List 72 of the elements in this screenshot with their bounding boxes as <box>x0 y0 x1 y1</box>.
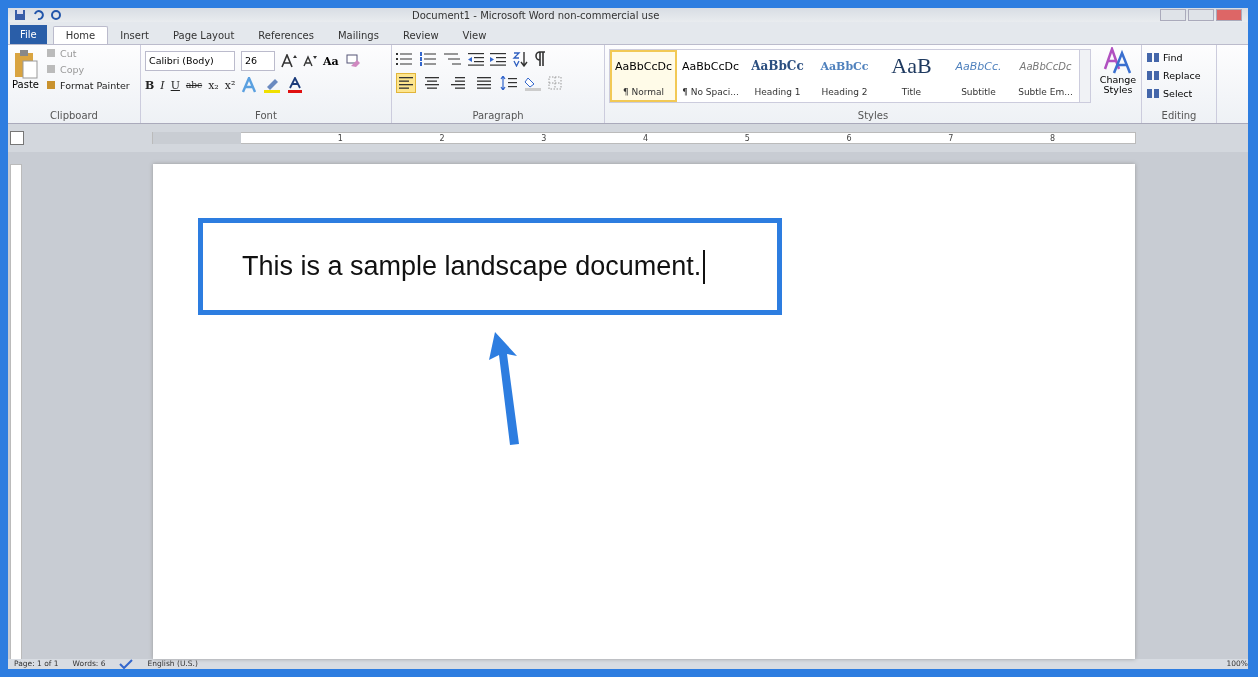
format-button[interactable]: I <box>160 78 165 92</box>
ruler-number: 3 <box>541 133 547 143</box>
grow-font-icon[interactable] <box>281 54 297 68</box>
ribbon-tab[interactable]: Review <box>390 27 451 44</box>
text-cursor <box>703 249 706 284</box>
save-icon[interactable] <box>14 9 26 21</box>
multilevel-list-icon[interactable] <box>444 52 462 66</box>
ribbon-tab[interactable]: File <box>10 25 47 44</box>
highlighter-icon[interactable] <box>263 77 282 93</box>
ribbon-tab[interactable]: Insert <box>108 27 161 44</box>
font-size-field[interactable]: 26 <box>241 51 275 71</box>
group-label: Styles <box>856 110 890 123</box>
window-title: Document1 - Microsoft Word non-commercial use <box>412 9 660 21</box>
format-button[interactable]: x² <box>224 78 236 92</box>
ruler-number: 2 <box>439 133 445 143</box>
clear-formatting-icon[interactable] <box>344 53 361 69</box>
clipboard-command-icon <box>45 63 57 75</box>
text-effects-icon[interactable] <box>241 77 258 93</box>
style-option[interactable]: AaBbCcDc ¶ No Spaci... <box>677 50 744 102</box>
pilcrow-icon[interactable] <box>534 51 546 67</box>
style-option[interactable]: AaBbCc Heading 1 <box>744 50 811 102</box>
ruler-number: 4 <box>642 133 648 143</box>
ruler-number: 7 <box>948 133 954 143</box>
clipboard-command-icon <box>45 47 57 59</box>
format-button[interactable]: B <box>145 78 155 92</box>
align-button[interactable] <box>396 73 416 93</box>
ribbon-tab[interactable]: Home <box>52 26 109 44</box>
ribbon-tab[interactable]: References <box>246 27 326 44</box>
editing-command[interactable]: Find <box>1146 51 1212 63</box>
gallery-scrollbar[interactable] <box>1079 50 1090 102</box>
paste-button[interactable]: Paste <box>12 47 39 110</box>
increase-indent-icon[interactable] <box>490 52 506 66</box>
ruler-number: 8 <box>1049 133 1055 143</box>
group-label: Font <box>254 110 278 123</box>
sort-icon[interactable] <box>512 51 528 67</box>
clipboard-command-icon <box>45 79 57 91</box>
font-family-field[interactable]: Calibri (Body) <box>145 51 235 71</box>
document-text: This is a sample landscape document. <box>242 251 702 282</box>
bullets-icon[interactable] <box>396 52 414 66</box>
style-option[interactable]: AaBbCc Heading 2 <box>811 50 878 102</box>
tab-selector[interactable] <box>10 131 24 145</box>
line-spacing-icon[interactable] <box>500 76 518 90</box>
group-label: Editing <box>1160 110 1198 123</box>
editing-command[interactable]: Replace <box>1146 69 1212 81</box>
ribbon-tab[interactable]: View <box>450 27 499 44</box>
style-option[interactable]: AaBbCcDc ¶ Normal <box>610 50 677 102</box>
undo-icon[interactable] <box>32 9 44 21</box>
letters-icon <box>1103 47 1133 75</box>
change-styles-button[interactable]: Change Styles <box>1097 47 1139 110</box>
font-color-icon[interactable] <box>287 77 304 93</box>
ruler-number: 5 <box>744 133 750 143</box>
format-button[interactable]: x₂ <box>208 78 219 92</box>
decrease-indent-icon[interactable] <box>468 52 484 66</box>
style-option[interactable]: AaBbCcDc Subtle Em... <box>1012 50 1079 102</box>
format-button[interactable]: abc <box>185 80 203 90</box>
ruler-number: 6 <box>846 133 852 143</box>
numbering-icon[interactable] <box>420 52 438 66</box>
editing-command[interactable]: Select <box>1146 87 1212 99</box>
horizontal-ruler[interactable]: 1 2 3 4 5 6 7 8 <box>152 132 1136 144</box>
group-label: Clipboard <box>49 110 99 123</box>
style-option[interactable]: AaB Title <box>878 50 945 102</box>
ribbon-tab[interactable]: Page Layout <box>160 27 247 44</box>
group-label: Paragraph <box>471 110 525 123</box>
style-option[interactable]: AaBbCc. Subtitle <box>945 50 1012 102</box>
clipboard-command[interactable]: Format Painter <box>45 79 130 91</box>
proofing-icon[interactable] <box>119 659 134 669</box>
shrink-font-icon[interactable] <box>303 55 317 67</box>
ribbon-tab[interactable]: Mailings <box>325 27 391 44</box>
change-case-button[interactable]: Aa <box>323 54 339 68</box>
shading-icon[interactable] <box>524 75 542 91</box>
format-button[interactable]: U <box>170 78 180 92</box>
ruler-number: 1 <box>337 133 343 143</box>
